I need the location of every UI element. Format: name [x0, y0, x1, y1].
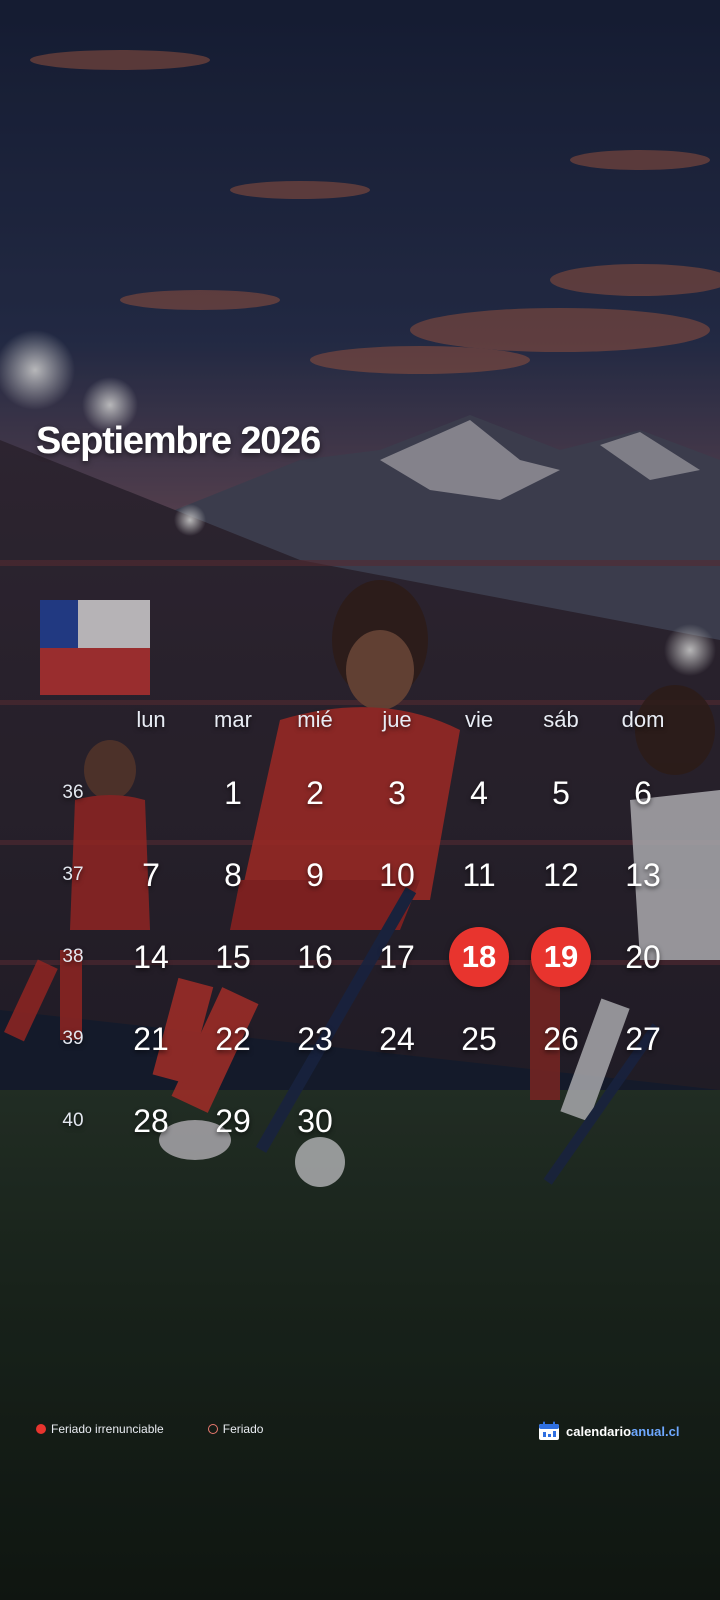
- day-cell[interactable]: 26: [526, 1011, 596, 1067]
- day-cell[interactable]: 23: [280, 1011, 350, 1067]
- weekday-label-sun: dom: [621, 707, 665, 732]
- day-cell[interactable]: 8: [198, 847, 268, 903]
- month-title: Septiembre 2026: [36, 420, 321, 462]
- day-cell[interactable]: 1: [198, 765, 268, 821]
- day-number: 19: [543, 939, 579, 974]
- legend-label-irrenunciable: Feriado irrenunciable: [51, 1422, 164, 1436]
- wallpaper-screen: Septiembre 2026 lun mar mié jue vie sáb …: [0, 0, 720, 1600]
- day-cell[interactable]: 14: [116, 929, 186, 985]
- day-cell[interactable]: 11: [444, 847, 514, 903]
- day-cell[interactable]: 20: [608, 929, 678, 985]
- weekday-label-thu: jue: [382, 707, 412, 732]
- day-cell[interactable]: 25: [444, 1011, 514, 1067]
- weekday-label-mon: lun: [136, 707, 166, 732]
- day-cell[interactable]: 15: [198, 929, 268, 985]
- legend-item-feriado: Feriado: [207, 1422, 264, 1436]
- legend-item-irrenunciable: Feriado irrenunciable: [36, 1422, 164, 1436]
- day-cell[interactable]: 2: [280, 765, 350, 821]
- day-cell[interactable]: 21: [116, 1011, 186, 1067]
- day-cell[interactable]: 5: [526, 765, 596, 821]
- weekday-label-wed: mié: [297, 707, 333, 732]
- week-number: 40: [62, 1110, 84, 1131]
- week-number: 37: [62, 864, 84, 885]
- day-cell[interactable]: 24: [362, 1011, 432, 1067]
- day-cell[interactable]: 3: [362, 765, 432, 821]
- ring-dot-icon: [207, 1424, 218, 1434]
- day-cell[interactable]: 17: [362, 929, 432, 985]
- holiday-day-cell[interactable]: 18: [444, 927, 514, 987]
- legend-label-feriado: Feriado: [222, 1422, 264, 1436]
- day-cell[interactable]: 6: [608, 765, 678, 821]
- day-cell[interactable]: 28: [116, 1093, 186, 1149]
- brand-accent: anual.cl: [631, 1423, 680, 1439]
- weekday-label-fri: vie: [464, 707, 494, 732]
- weekday-label-sat: sáb: [543, 707, 579, 732]
- day-cell[interactable]: 16: [280, 929, 350, 985]
- week-number: 36: [62, 782, 84, 803]
- week-number: 39: [62, 1028, 84, 1049]
- day-cell[interactable]: 4: [444, 765, 514, 821]
- day-cell[interactable]: 9: [280, 847, 350, 903]
- brand-logo[interactable]: calendario anual.cl: [538, 1421, 679, 1441]
- day-cell[interactable]: 29: [198, 1093, 268, 1149]
- day-cell[interactable]: 12: [526, 847, 596, 903]
- day-cell[interactable]: 27: [608, 1011, 678, 1067]
- brand-name: calendario: [566, 1423, 632, 1439]
- holiday-day-cell[interactable]: 19: [526, 927, 596, 987]
- day-cell[interactable]: 7: [116, 847, 186, 903]
- calendar-icon: [538, 1421, 560, 1441]
- filled-dot-icon: [36, 1424, 46, 1434]
- weekday-label-tue: mar: [214, 707, 252, 732]
- day-number: 18: [461, 939, 497, 974]
- day-cell[interactable]: 10: [362, 847, 432, 903]
- holiday-legend: Feriado irrenunciable Feriado: [36, 1422, 307, 1436]
- day-cell[interactable]: 22: [198, 1011, 268, 1067]
- week-number: 38: [62, 946, 84, 967]
- day-cell[interactable]: 30: [280, 1093, 350, 1149]
- day-cell[interactable]: 13: [608, 847, 678, 903]
